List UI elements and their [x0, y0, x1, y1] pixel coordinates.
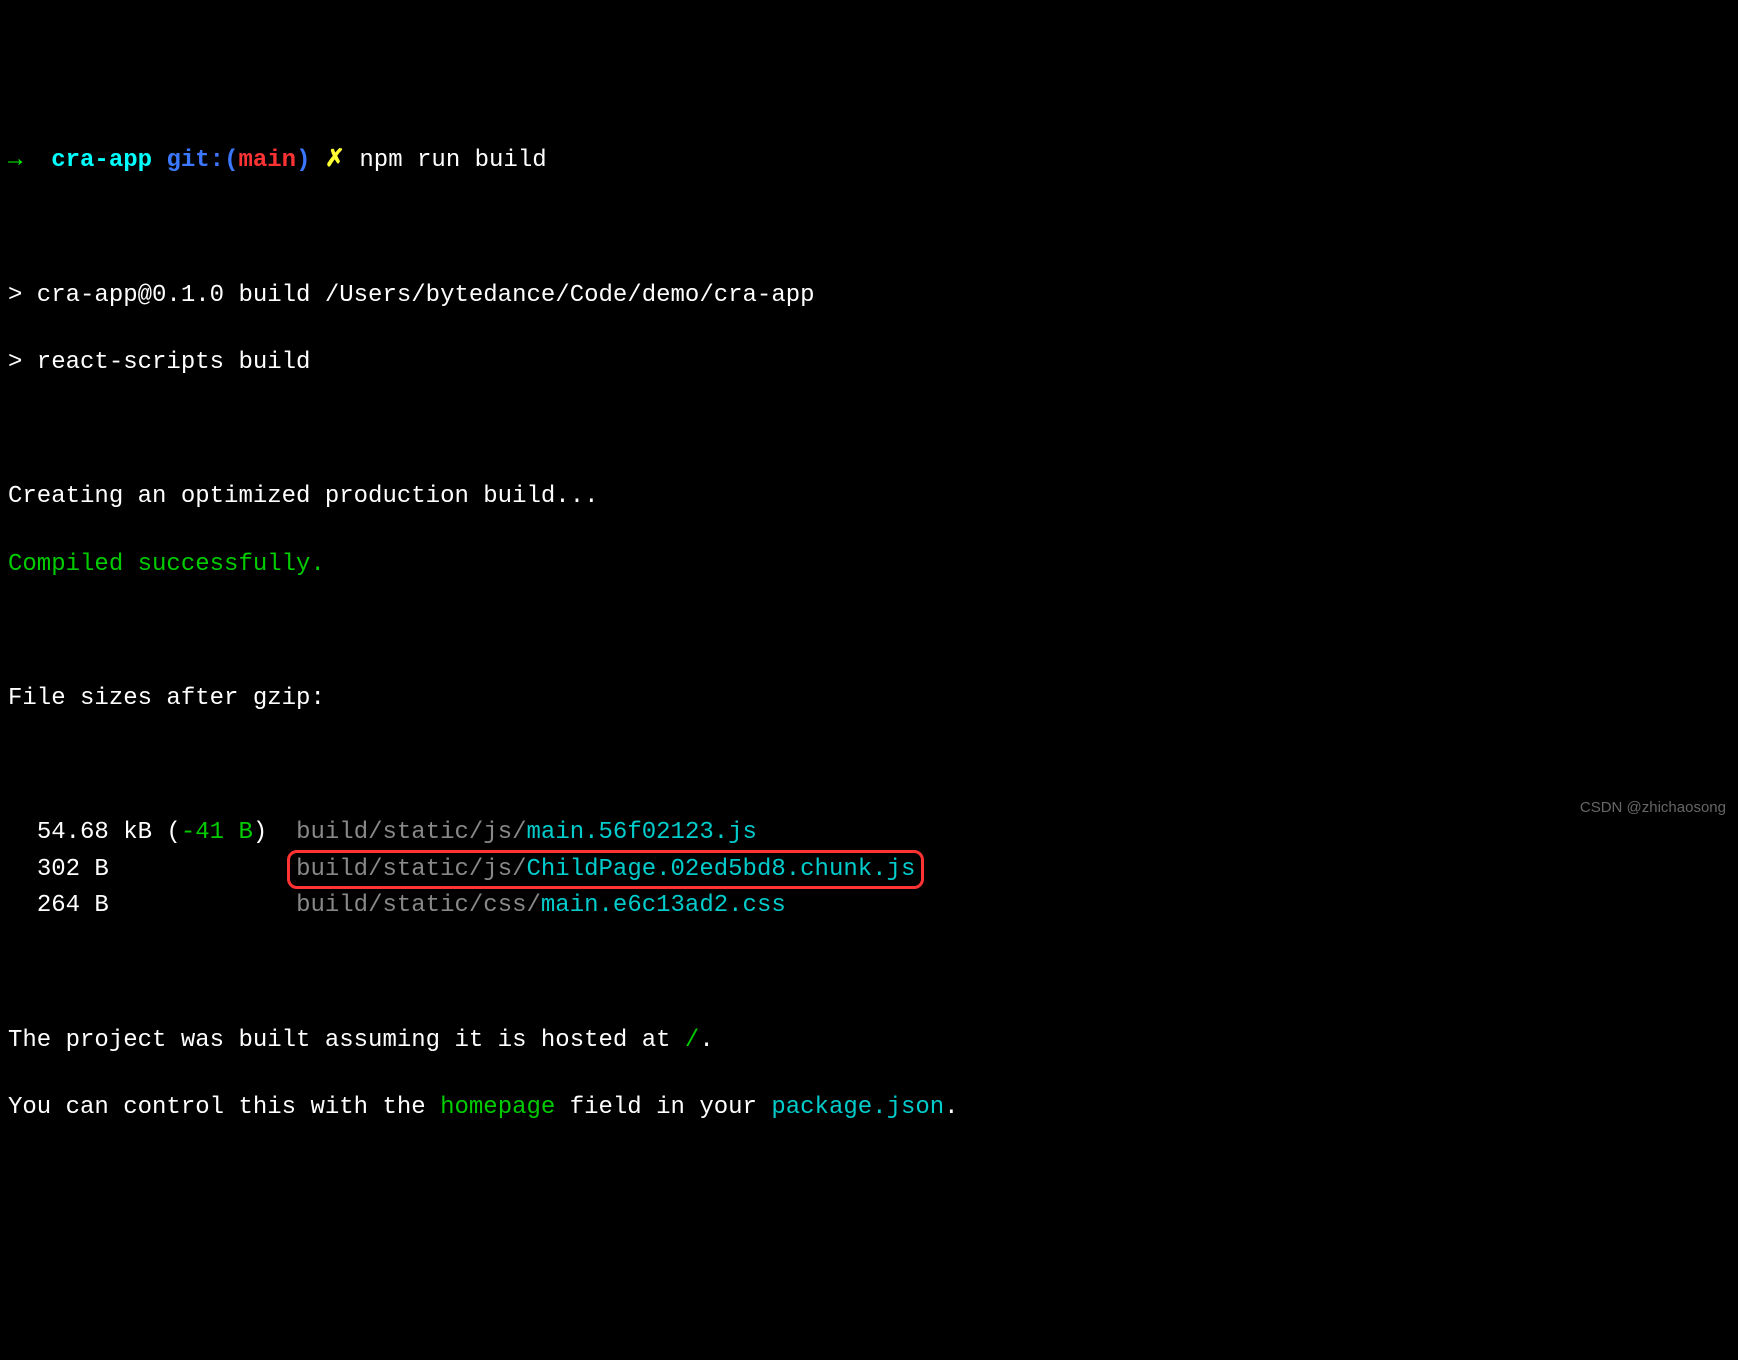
- file-name: ChildPage.02ed5bd8.chunk.js: [527, 856, 916, 883]
- gzip-header: File sizes after gzip:: [8, 682, 1730, 716]
- script-output-line: > cra-app@0.1.0 build /Users/bytedance/C…: [8, 279, 1730, 313]
- file-size: 264 B: [37, 892, 109, 919]
- file-size-row: 264 B build/static/css/main.e6c13ad2.css: [8, 889, 1730, 923]
- file-name: main.e6c13ad2.css: [541, 892, 786, 919]
- status-compiled: Compiled successfully.: [8, 548, 1730, 582]
- blank-line: [8, 957, 1730, 991]
- file-path: build/static/css/: [296, 892, 541, 919]
- status-creating: Creating an optimized production build..…: [8, 480, 1730, 514]
- prompt-dir: cra-app: [51, 147, 152, 174]
- command-text[interactable]: npm run build: [359, 147, 546, 174]
- file-size: 54.68 kB: [37, 819, 152, 846]
- blank-line: [8, 615, 1730, 649]
- blank-line: [8, 212, 1730, 246]
- prompt-arrow: →: [8, 147, 22, 174]
- hosted-path: /: [685, 1027, 699, 1054]
- footer-line-1: The project was built assuming it is hos…: [8, 1024, 1730, 1058]
- highlighted-file: build/static/js/ChildPage.02ed5bd8.chunk…: [287, 850, 924, 890]
- file-path: build/static/js/: [296, 819, 526, 846]
- homepage-field: homepage: [440, 1094, 555, 1121]
- prompt-symbol: ✗: [325, 147, 345, 174]
- package-json: package.json: [771, 1094, 944, 1121]
- git-suffix: ): [296, 147, 310, 174]
- file-name: main.56f02123.js: [527, 819, 757, 846]
- file-size-row: 54.68 kB (-41 B) build/static/js/main.56…: [8, 816, 1730, 850]
- blank-line: [8, 749, 1730, 783]
- file-size-delta: -41 B: [181, 819, 253, 846]
- file-size: 302 B: [37, 856, 109, 883]
- script-output-line: > react-scripts build: [8, 346, 1730, 380]
- watermark: CSDN @zhichaosong: [1580, 797, 1726, 818]
- file-path: build/static/js/: [296, 856, 526, 883]
- git-prefix: git:(: [166, 147, 238, 174]
- file-size-row: 302 B build/static/js/ChildPage.02ed5bd8…: [8, 850, 1730, 890]
- git-branch: main: [238, 147, 296, 174]
- footer-line-2: You can control this with the homepage f…: [8, 1091, 1730, 1125]
- prompt-line: → cra-app git:(main) ✗ npm run build: [8, 144, 1730, 178]
- blank-line: [8, 413, 1730, 447]
